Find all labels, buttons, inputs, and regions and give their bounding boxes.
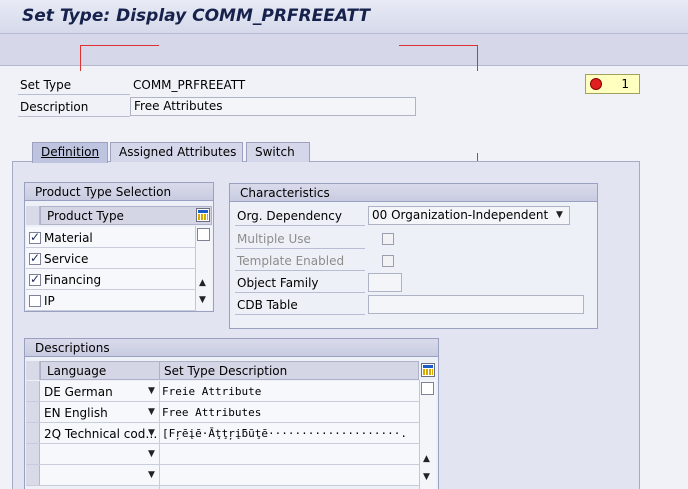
chevron-down-icon[interactable]: ▼ [556, 210, 563, 220]
description-underline [18, 116, 130, 117]
product-type-checkbox-ip[interactable] [29, 295, 41, 307]
table-row: ▼ [26, 465, 419, 486]
table-row: Service [26, 248, 196, 269]
product-type-label: Material [44, 231, 93, 245]
row-selector[interactable] [26, 423, 40, 443]
chevron-down-icon[interactable]: ▼ [148, 386, 155, 396]
tab-switch-label: Switch [255, 145, 295, 159]
tab-assigned-attributes[interactable]: Assigned Attributes [110, 142, 243, 162]
scrollbar-select-all-box[interactable] [421, 382, 434, 395]
description-cell[interactable]: Free Attributes [162, 406, 261, 419]
description-field[interactable]: Free Attributes [130, 97, 416, 116]
product-type-checkbox-financing[interactable] [29, 272, 41, 286]
table-settings-icon[interactable] [421, 363, 435, 377]
product-type-checkbox-material[interactable] [29, 230, 41, 244]
language-column-header[interactable]: Language [40, 361, 160, 380]
scroll-up-icon[interactable]: ▲ [199, 278, 206, 288]
chevron-down-icon[interactable]: ▼ [148, 428, 155, 438]
descriptions-title: Descriptions [25, 339, 438, 357]
row-selector[interactable] [26, 402, 40, 422]
set-type-underline [18, 94, 130, 95]
application-toolbar [0, 34, 688, 66]
product-type-scrollbar[interactable]: ▲ ▼ [195, 226, 212, 310]
object-family-underline [235, 292, 365, 293]
product-type-column-label: Product Type [47, 209, 124, 223]
set-type-description-column-label: Set Type Description [164, 364, 288, 378]
template-enabled-checkbox[interactable] [382, 255, 394, 267]
set-type-description-column-header[interactable]: Set Type Description [159, 361, 419, 380]
multiple-use-checkbox[interactable] [382, 233, 394, 245]
object-family-label: Object Family [237, 276, 319, 290]
template-enabled-underline [235, 270, 365, 271]
table-row: ▼ [26, 444, 419, 465]
product-type-checkbox-service[interactable] [29, 251, 41, 265]
multiple-use-underline [235, 248, 365, 249]
product-type-label: Service [44, 252, 89, 266]
product-type-label: Financing [44, 273, 102, 287]
status-badge[interactable]: 1 [585, 74, 640, 94]
table-settings-icon[interactable] [196, 208, 210, 222]
status-count: 1 [621, 77, 629, 91]
table-row: Financing [26, 269, 196, 290]
row-selector[interactable] [26, 444, 40, 464]
row-selector[interactable] [26, 381, 40, 401]
multiple-use-label: Multiple Use [237, 232, 311, 246]
red-guide-line [477, 45, 478, 71]
chevron-down-icon[interactable]: ▼ [148, 470, 155, 480]
descriptions-scrollbar[interactable]: ▲ ▼ [419, 380, 436, 489]
product-type-column-header[interactable]: Product Type [40, 206, 212, 225]
template-enabled-label: Template Enabled [237, 254, 345, 268]
language-cell[interactable]: EN English [44, 406, 108, 420]
tab-definition-label: Definition [41, 145, 100, 159]
set-type-value: COMM_PRFREEATT [133, 78, 246, 92]
product-type-selection-title: Product Type Selection [25, 183, 213, 201]
org-dependency-value: 00 Organization-Independent [372, 208, 549, 222]
table-row: 2Q Technical cod… ▼ [Fŗēįē·Āţţŗįƃũţē····… [26, 423, 419, 444]
description-cell[interactable]: Freie Attribute [162, 385, 261, 398]
tab-definition[interactable]: Definition [32, 142, 108, 163]
org-dependency-label: Org. Dependency [237, 209, 342, 223]
table-row: DE German ▼ Freie Attribute [26, 381, 419, 402]
tab-assigned-attributes-label: Assigned Attributes [119, 145, 237, 159]
red-guide-line [80, 45, 81, 71]
cdb-table-underline [235, 314, 365, 315]
row-selector[interactable] [26, 465, 40, 485]
description-cell[interactable]: [Fŗēįē·Āţţŗįƃũţē····················. [162, 427, 407, 440]
red-light-icon [590, 78, 602, 90]
scroll-down-icon[interactable]: ▼ [199, 295, 206, 305]
org-dependency-dropdown[interactable]: 00 Organization-Independent [368, 206, 570, 225]
object-family-field[interactable] [368, 273, 402, 292]
language-cell[interactable]: DE German [44, 385, 113, 399]
cdb-table-label: CDB Table [237, 298, 298, 312]
red-guide-line [80, 45, 159, 46]
language-column-label: Language [47, 364, 107, 378]
row-selector[interactable] [26, 206, 40, 225]
table-row: Material [26, 227, 196, 248]
cdb-table-field[interactable] [368, 295, 584, 314]
tab-switch[interactable]: Switch [246, 142, 310, 162]
scroll-down-icon[interactable]: ▼ [423, 472, 430, 482]
window-title: Set Type: Display COMM_PRFREEATT [22, 6, 370, 26]
chevron-down-icon[interactable]: ▼ [148, 449, 155, 459]
org-dependency-underline [235, 225, 365, 226]
product-type-label: IP [44, 294, 55, 308]
table-row: EN English ▼ Free Attributes [26, 402, 419, 423]
characteristics-title: Characteristics [230, 184, 597, 202]
column-divider [159, 381, 160, 489]
title-bar: Set Type: Display COMM_PRFREEATT [0, 0, 688, 34]
language-cell[interactable]: 2Q Technical cod… [44, 427, 157, 441]
select-all-rows[interactable] [26, 361, 40, 380]
scrollbar-select-all-box[interactable] [197, 228, 210, 241]
table-row: IP [26, 290, 196, 311]
chevron-down-icon[interactable]: ▼ [148, 407, 155, 417]
set-type-label: Set Type [20, 78, 72, 92]
description-label: Description [20, 100, 89, 114]
red-guide-line [399, 45, 478, 46]
scroll-up-icon[interactable]: ▲ [423, 454, 430, 464]
